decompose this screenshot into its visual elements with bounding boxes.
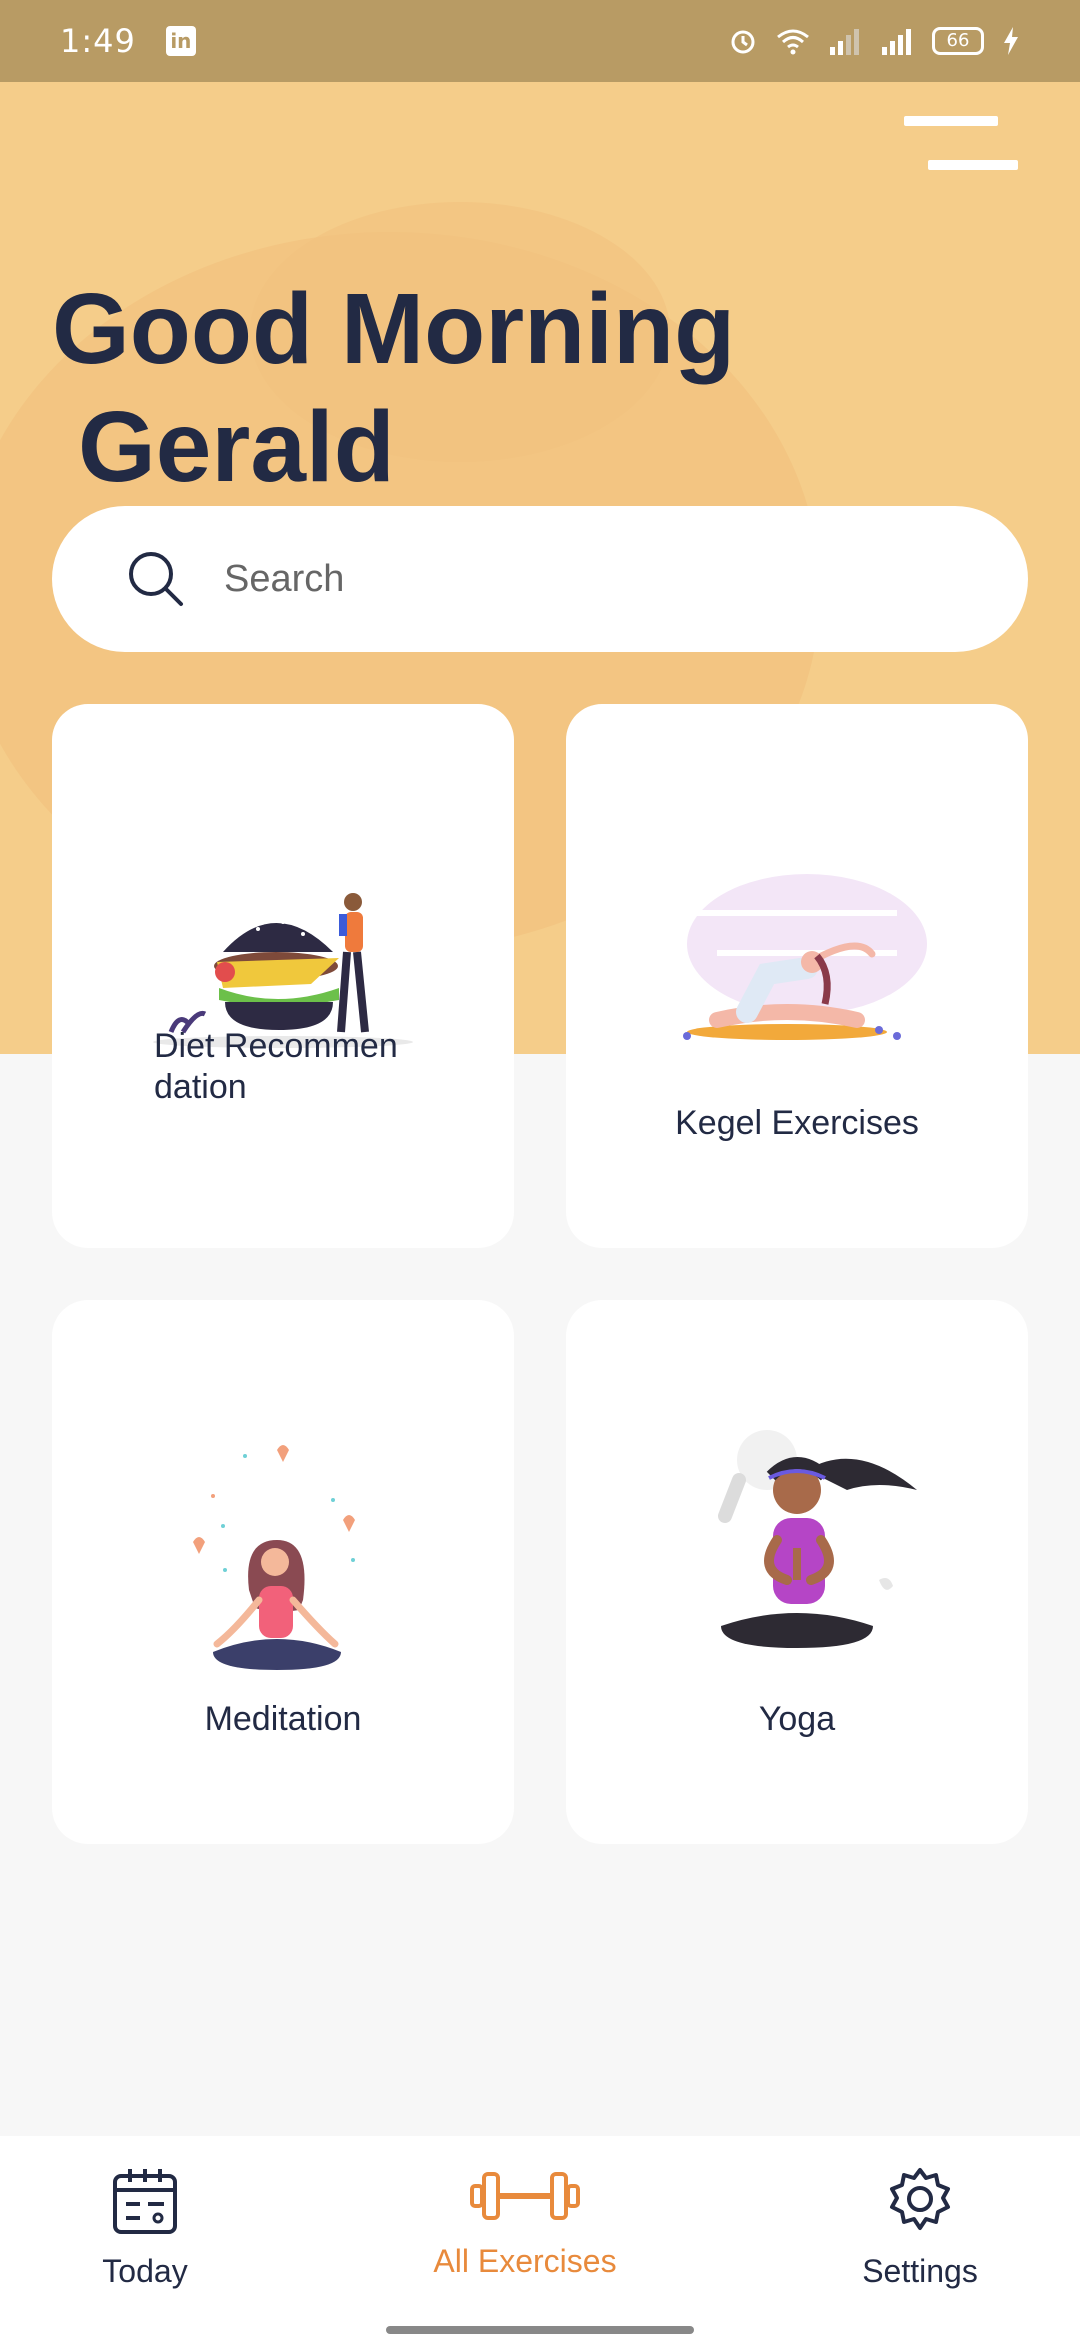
card-label: Meditation [204,1700,362,1738]
stretching-illustration [566,794,1028,1134]
status-time: 1:49 [60,22,136,60]
nav-label: Today [102,2253,188,2289]
card-label: Diet Recommendation [154,1027,398,1106]
search-bar[interactable] [52,506,1028,652]
nav-today[interactable]: Today [90,2166,200,2290]
greeting-title: Good Morning Gerald [52,270,735,506]
bottom-nav: Today All Exercises Settings [0,2136,1080,2340]
nav-all-exercises[interactable]: All Exercises [420,2166,630,2280]
alarm-icon [731,30,755,54]
card-kegel-exercises[interactable]: Kegel Exercises [566,704,1028,1248]
search-icon [129,552,183,606]
wifi-icon [777,29,809,55]
battery-icon: 66 [932,27,984,55]
greeting-line1: Good Morning [52,273,736,385]
linkedin-icon: in [165,26,196,56]
home-indicator[interactable] [386,2326,694,2334]
menu-icon[interactable] [900,116,1020,176]
nav-settings[interactable]: Settings [845,2166,995,2290]
meditation-illustration [52,1390,514,1730]
charging-icon [1004,27,1018,55]
nav-label: All Exercises [433,2243,617,2279]
signal-icon [830,29,859,55]
greeting-name: Gerald [78,391,395,503]
card-diet-recommendation[interactable]: Diet Recommendation [52,704,514,1248]
calendar-icon [113,2169,177,2234]
search-input[interactable] [224,557,924,601]
status-bar: 1:49 in 66 [0,0,1080,82]
yoga-illustration [566,1390,1028,1730]
status-icons: 66 [728,26,1020,56]
dumbbell-icon [470,2172,580,2220]
card-yoga[interactable]: Yoga [566,1300,1028,1844]
card-label: Yoga [758,1700,836,1738]
nav-label: Settings [862,2253,978,2289]
gear-icon [890,2168,950,2230]
signal-icon [882,29,911,55]
card-meditation[interactable]: Meditation [52,1300,514,1844]
card-label: Kegel Exercises [675,1104,919,1142]
